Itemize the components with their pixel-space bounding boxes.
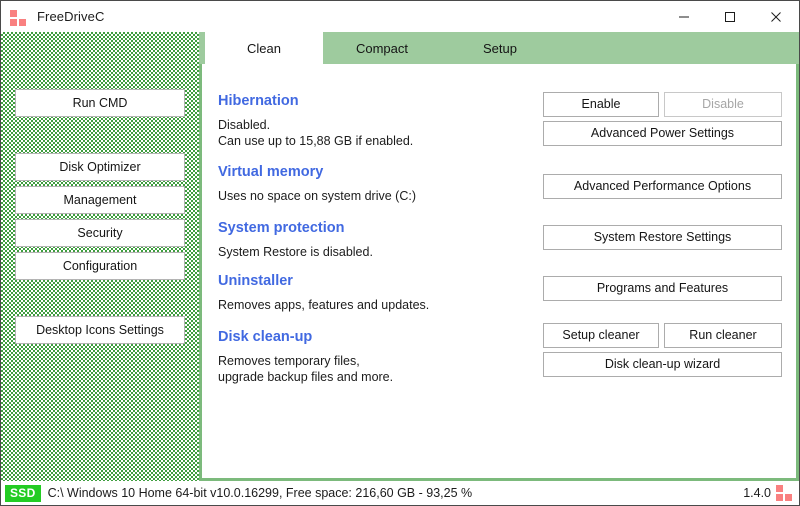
- sidebar-item-run-cmd[interactable]: Run CMD: [15, 89, 185, 117]
- advanced-power-settings-button[interactable]: Advanced Power Settings: [543, 121, 782, 146]
- section-heading-disk-clean-up: Disk clean-up: [218, 329, 312, 345]
- sidebar-item-disk-optimizer[interactable]: Disk Optimizer: [15, 153, 185, 181]
- minimize-icon: [678, 11, 690, 23]
- close-icon: [770, 11, 782, 23]
- section-body-uninstaller: Removes apps, features and updates.: [218, 297, 429, 313]
- main-content-panel: Hibernation Disabled. Can use up to 15,8…: [199, 64, 799, 481]
- section-heading-uninstaller: Uninstaller: [218, 273, 293, 289]
- system-restore-settings-button[interactable]: System Restore Settings: [543, 225, 782, 250]
- section-heading-system-protection: System protection: [218, 220, 345, 236]
- section-heading-hibernation: Hibernation: [218, 93, 299, 109]
- section-body-disk-clean-up: Removes temporary files, upgrade backup …: [218, 353, 393, 385]
- app-squares-icon: [10, 9, 28, 25]
- title-bar: FreeDriveC: [1, 1, 799, 32]
- disk-clean-up-wizard-button[interactable]: Disk clean-up wizard: [543, 352, 782, 377]
- maximize-icon: [724, 11, 736, 23]
- enable-button[interactable]: Enable: [543, 92, 659, 117]
- app-squares-icon: [776, 485, 793, 501]
- application-window: FreeDriveC Run CMD Disk Optimize: [0, 0, 800, 506]
- run-cleaner-button[interactable]: Run cleaner: [664, 323, 782, 348]
- status-bar: SSD C:\ Windows 10 Home 64-bit v10.0.162…: [1, 481, 799, 505]
- sidebar-item-security[interactable]: Security: [15, 219, 185, 247]
- section-body-system-protection: System Restore is disabled.: [218, 244, 373, 260]
- tab-compact[interactable]: Compact: [323, 32, 441, 64]
- section-body-hibernation: Disabled. Can use up to 15,88 GB if enab…: [218, 117, 413, 149]
- section-heading-virtual-memory: Virtual memory: [218, 164, 323, 180]
- minimize-button[interactable]: [661, 1, 707, 32]
- status-text: C:\ Windows 10 Home 64-bit v10.0.16299, …: [48, 486, 473, 500]
- status-badge-ssd: SSD: [5, 485, 41, 502]
- tab-clean[interactable]: Clean: [205, 32, 323, 64]
- sidebar-item-desktop-icons-settings[interactable]: Desktop Icons Settings: [15, 316, 185, 344]
- tab-strip: Clean Compact Setup: [199, 32, 799, 64]
- tab-setup[interactable]: Setup: [441, 32, 559, 64]
- programs-and-features-button[interactable]: Programs and Features: [543, 276, 782, 301]
- window-title: FreeDriveC: [37, 9, 104, 24]
- version-label: 1.4.0: [743, 486, 771, 500]
- maximize-button[interactable]: [707, 1, 753, 32]
- sidebar: Run CMD Disk Optimizer Management Securi…: [1, 32, 199, 481]
- setup-cleaner-button[interactable]: Setup cleaner: [543, 323, 659, 348]
- advanced-performance-options-button[interactable]: Advanced Performance Options: [543, 174, 782, 199]
- sidebar-item-management[interactable]: Management: [15, 186, 185, 214]
- close-button[interactable]: [753, 1, 799, 32]
- section-body-virtual-memory: Uses no space on system drive (C:): [218, 188, 416, 204]
- disable-button: Disable: [664, 92, 782, 117]
- window-controls: [661, 1, 799, 32]
- sidebar-item-configuration[interactable]: Configuration: [15, 252, 185, 280]
